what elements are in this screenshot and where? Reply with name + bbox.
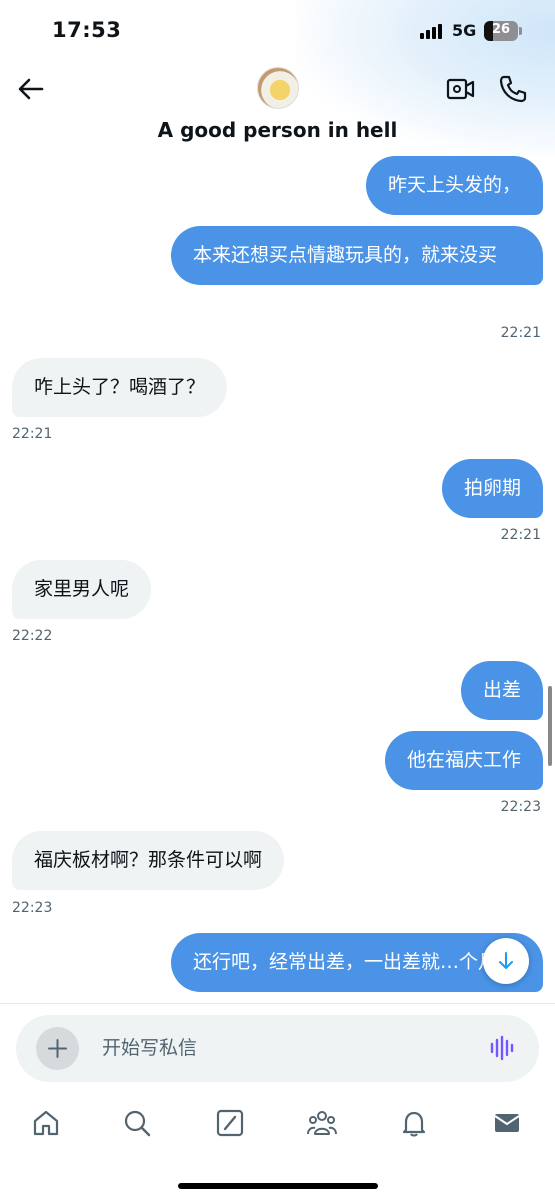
home-icon <box>33 1110 59 1136</box>
message-bubble-outgoing[interactable]: 本来还想买点情趣玩具的，就来没买 <box>171 226 543 285</box>
battery-icon: 26 <box>484 21 518 41</box>
message-bubble-outgoing[interactable]: 出差 <box>460 661 543 720</box>
message-time: 22:21 <box>500 325 541 341</box>
chat-header: A good person in hell <box>0 62 555 154</box>
add-media-button[interactable] <box>36 1027 79 1070</box>
video-call-button[interactable] <box>446 76 476 102</box>
status-bar: 17:53 5G 26 <box>0 0 555 62</box>
message-time: 22:23 <box>500 799 541 815</box>
message-input[interactable] <box>102 1033 452 1063</box>
message-time: 22:23 <box>12 900 53 916</box>
nav-grok[interactable] <box>215 1108 245 1138</box>
composer-divider <box>0 1003 555 1004</box>
battery-level: 26 <box>491 22 511 37</box>
message-time: 22:22 <box>12 628 53 644</box>
voice-call-button[interactable] <box>498 74 528 104</box>
avatar[interactable] <box>257 67 299 109</box>
nav-home[interactable] <box>31 1108 61 1138</box>
message-bubble-incoming[interactable]: 家里男人呢 <box>12 560 152 619</box>
arrow-down-icon <box>499 952 513 969</box>
home-indicator <box>178 1183 378 1189</box>
message-bubble-outgoing[interactable]: 他在福庆工作 <box>384 731 543 790</box>
back-button[interactable] <box>16 74 50 104</box>
bottom-navigation <box>0 1100 555 1150</box>
phone-icon <box>499 75 527 103</box>
nav-messages[interactable] <box>492 1108 522 1138</box>
back-arrow-icon <box>18 78 44 100</box>
message-composer <box>16 1015 539 1082</box>
chat-title[interactable]: A good person in hell <box>0 118 555 142</box>
message-bubble-outgoing[interactable]: 拍卵期 <box>441 459 543 518</box>
nav-search[interactable] <box>122 1108 152 1138</box>
message-bubble-outgoing[interactable]: 昨天上头发的， <box>365 156 543 215</box>
nav-communities[interactable] <box>306 1108 337 1138</box>
plus-icon <box>48 1039 67 1058</box>
nav-notifications[interactable] <box>399 1108 429 1138</box>
grok-icon <box>216 1109 244 1137</box>
message-bubble-incoming[interactable]: 咋上头了？喝酒了？ <box>12 358 228 417</box>
battery-tip <box>519 27 522 35</box>
search-icon <box>124 1110 151 1137</box>
status-time: 17:53 <box>52 18 122 42</box>
message-time: 22:21 <box>500 527 541 543</box>
message-bubble-incoming[interactable]: 福庆板材啊？那条件可以啊 <box>12 831 285 890</box>
scrollbar[interactable] <box>548 686 552 766</box>
network-label: 5G <box>452 21 477 40</box>
video-camera-icon <box>446 78 475 100</box>
message-time: 22:21 <box>12 426 53 442</box>
communities-icon <box>307 1111 337 1135</box>
voice-message-button[interactable] <box>489 1035 517 1061</box>
signal-icon <box>420 23 446 39</box>
voice-wave-icon <box>490 1035 514 1061</box>
bell-icon <box>402 1111 426 1137</box>
message-list[interactable]: 昨天上头发的， 本来还想买点情趣玩具的，就来没买 22:21 咋上头了？喝酒了？… <box>0 154 555 1004</box>
scroll-to-bottom-button[interactable] <box>483 938 529 984</box>
envelope-icon <box>494 1114 520 1132</box>
